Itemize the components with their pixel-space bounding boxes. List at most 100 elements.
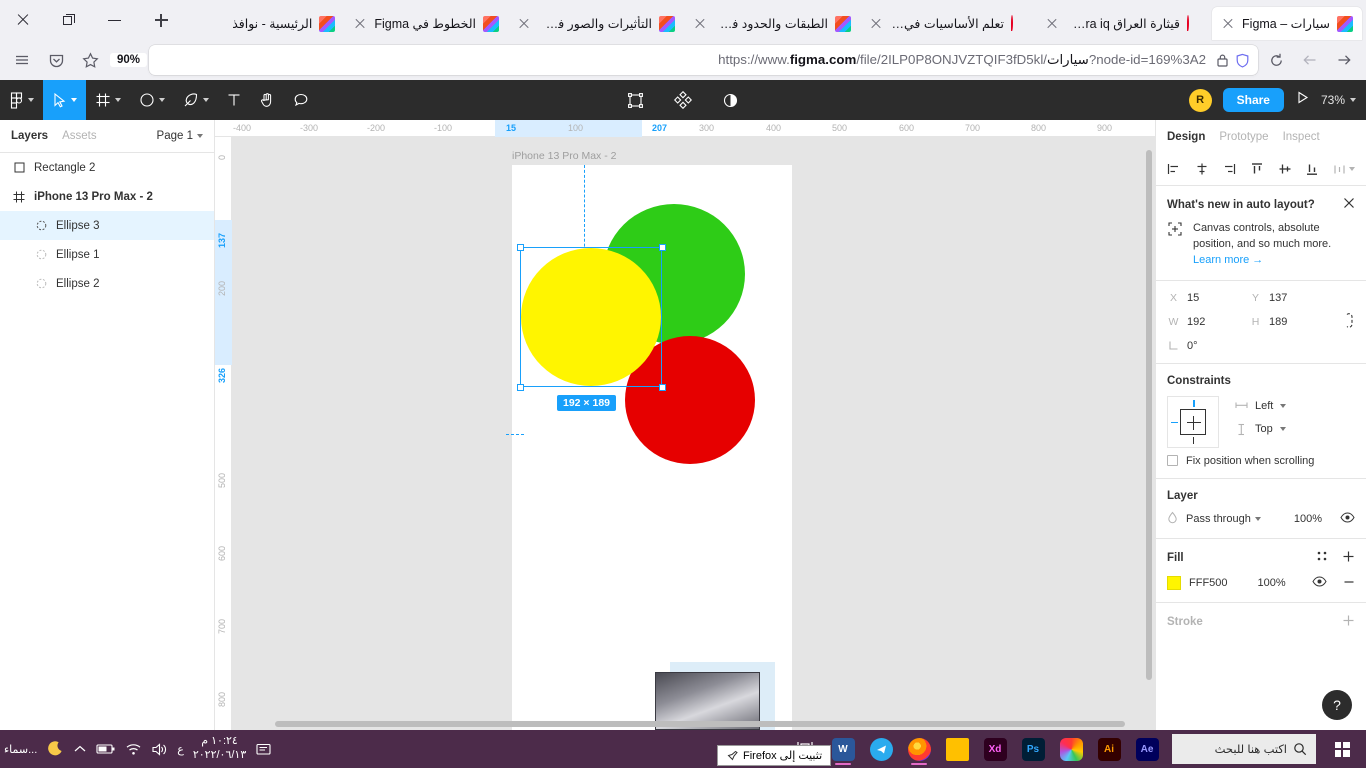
constraints-widget[interactable]	[1167, 395, 1219, 448]
fill-visibility-button[interactable]	[1312, 576, 1327, 590]
clock[interactable]: ١٠:٢٤ م ٢٠٢٢/٠٦/١٣	[193, 735, 246, 763]
vertical-ruler[interactable]: 0 137 200 326 500 600 700 800	[215, 137, 232, 730]
hand-tool-button[interactable]	[250, 80, 284, 120]
show-hidden-icons-button[interactable]	[73, 744, 87, 754]
tab-close-button[interactable]	[1221, 17, 1235, 31]
align-right-icon[interactable]	[1222, 162, 1236, 176]
constrain-proportions-button[interactable]	[1344, 313, 1355, 331]
fill-remove-button[interactable]	[1343, 576, 1355, 591]
language-indicator[interactable]: ع	[177, 743, 184, 756]
vertical-constraint-dropdown[interactable]: Top	[1235, 423, 1286, 436]
align-top-icon[interactable]	[1250, 162, 1264, 176]
back-button[interactable]	[1294, 45, 1326, 75]
taskbar-app-file-explorer[interactable]	[940, 732, 974, 766]
theme-toggle-button[interactable]	[713, 80, 748, 120]
browser-tab[interactable]: التأثيرات والصور في Figma	[508, 7, 684, 40]
text-tool-button[interactable]	[218, 80, 250, 120]
browser-tab[interactable]: الخطوط في Figma	[344, 7, 508, 40]
resize-handle-bottom-right[interactable]	[659, 384, 666, 391]
frame-label[interactable]: iPhone 13 Pro Max - 2	[512, 150, 616, 162]
horizontal-ruler[interactable]: -400 -300 -200 -100 15 100 207 300 400 5…	[215, 120, 1155, 137]
notifications-button[interactable]	[255, 741, 272, 758]
browser-tab[interactable]: سيارات – Figma	[1212, 7, 1362, 40]
taskbar-app-firefox[interactable]	[902, 732, 936, 766]
canvas-surface[interactable]: iPhone 13 Pro Max - 2 192 × 189	[232, 137, 1155, 730]
layer-item-rectangle-2[interactable]: Rectangle 2	[0, 153, 214, 182]
comment-tool-button[interactable]	[284, 80, 318, 120]
horizontal-scrollbar[interactable]	[275, 721, 1125, 727]
rotation-property[interactable]: 0°	[1167, 340, 1249, 352]
resize-handle-bottom-left[interactable]	[517, 384, 524, 391]
battery-button[interactable]	[96, 743, 116, 755]
wifi-button[interactable]	[125, 742, 142, 756]
fix-position-checkbox[interactable]	[1167, 455, 1178, 467]
taskbar-app-after-effects[interactable]: Ae	[1130, 732, 1164, 766]
fill-add-button[interactable]	[1342, 550, 1355, 566]
moon-widget[interactable]	[46, 740, 64, 758]
y-property[interactable]: Y 137	[1249, 292, 1331, 304]
align-bottom-icon[interactable]	[1305, 162, 1319, 176]
window-close-button[interactable]	[0, 0, 46, 40]
forward-button[interactable]	[1328, 45, 1360, 75]
taskbar-app-illustrator[interactable]: Ai	[1092, 732, 1126, 766]
tab-close-button[interactable]	[517, 17, 531, 31]
layer-item-iphone-frame[interactable]: iPhone 13 Pro Max - 2	[0, 182, 214, 211]
canvas-viewport[interactable]: -400 -300 -200 -100 15 100 207 300 400 5…	[215, 120, 1155, 730]
url-bar[interactable]: https://www.figma.com/file/2ILP0P8ONJVZT…	[149, 45, 1258, 75]
new-tab-button[interactable]	[138, 0, 184, 40]
tab-prototype[interactable]: Prototype	[1219, 131, 1268, 143]
resize-handle-top-left[interactable]	[517, 244, 524, 251]
height-property[interactable]: H 189	[1249, 316, 1331, 328]
canvas-zoom-selector[interactable]: 73%	[1321, 93, 1356, 107]
fill-color-swatch[interactable]	[1167, 576, 1181, 591]
tab-inspect[interactable]: Inspect	[1283, 131, 1320, 143]
taskbar-app-telegram[interactable]	[864, 732, 898, 766]
taskbar-app-xd[interactable]: Xd	[978, 732, 1012, 766]
selection-bounding-box[interactable]	[520, 247, 662, 387]
present-button[interactable]	[1295, 90, 1310, 110]
browser-tab[interactable]: تعلم الأساسيات في Figma	[860, 7, 1036, 40]
distribute-menu-button[interactable]	[1333, 163, 1355, 176]
fill-styles-button[interactable]	[1316, 550, 1328, 565]
tab-layers[interactable]: Layers	[11, 130, 48, 142]
help-button[interactable]: ?	[1322, 690, 1352, 720]
taskbar-search-box[interactable]: اكتب هنا للبحث	[1172, 734, 1316, 764]
fix-position-row[interactable]: Fix position when scrolling	[1167, 455, 1355, 467]
page-selector[interactable]: Page 1	[157, 130, 203, 142]
reload-button[interactable]	[1260, 45, 1292, 75]
move-tool-button[interactable]	[43, 80, 86, 120]
layer-item-ellipse-3[interactable]: Ellipse 3	[0, 211, 214, 240]
pocket-button[interactable]	[40, 45, 72, 75]
shape-tool-button[interactable]	[130, 80, 174, 120]
shield-icon[interactable]	[1235, 53, 1250, 68]
vertical-scrollbar[interactable]	[1146, 150, 1152, 680]
avatar[interactable]: R	[1188, 88, 1212, 112]
whats-new-close-button[interactable]	[1343, 197, 1355, 212]
share-button[interactable]: Share	[1222, 88, 1284, 112]
x-property[interactable]: X 15	[1167, 292, 1249, 304]
tab-design[interactable]: Design	[1167, 131, 1205, 143]
fill-opacity-value[interactable]: 100%	[1258, 577, 1286, 589]
layer-opacity-value[interactable]: 100%	[1294, 513, 1322, 525]
tab-close-button[interactable]	[1045, 17, 1059, 31]
fill-hex-value[interactable]: FFF500	[1189, 577, 1228, 589]
align-left-icon[interactable]	[1167, 162, 1181, 176]
bookmark-star-button[interactable]	[74, 45, 106, 75]
zoom-level-badge[interactable]: 90%	[110, 53, 148, 67]
learn-more-link[interactable]: Learn more →	[1193, 254, 1263, 266]
components-button[interactable]	[618, 80, 653, 120]
figma-main-menu-button[interactable]	[0, 80, 43, 120]
layer-item-ellipse-1[interactable]: Ellipse 1	[0, 240, 214, 269]
stroke-add-button[interactable]	[1342, 614, 1355, 630]
start-button[interactable]	[1318, 730, 1366, 768]
tab-close-button[interactable]	[869, 17, 883, 31]
align-vertical-center-icon[interactable]	[1278, 162, 1292, 176]
window-minimize-button[interactable]	[92, 0, 138, 40]
app-menu-button[interactable]	[6, 45, 38, 75]
horizontal-constraint-dropdown[interactable]: Left	[1235, 400, 1287, 412]
weather-widget[interactable]: سماء...	[4, 743, 37, 756]
plugins-button[interactable]	[665, 80, 701, 120]
window-restore-button[interactable]	[46, 0, 92, 40]
tab-close-button[interactable]	[353, 17, 367, 31]
resize-handle-top-right[interactable]	[659, 244, 666, 251]
